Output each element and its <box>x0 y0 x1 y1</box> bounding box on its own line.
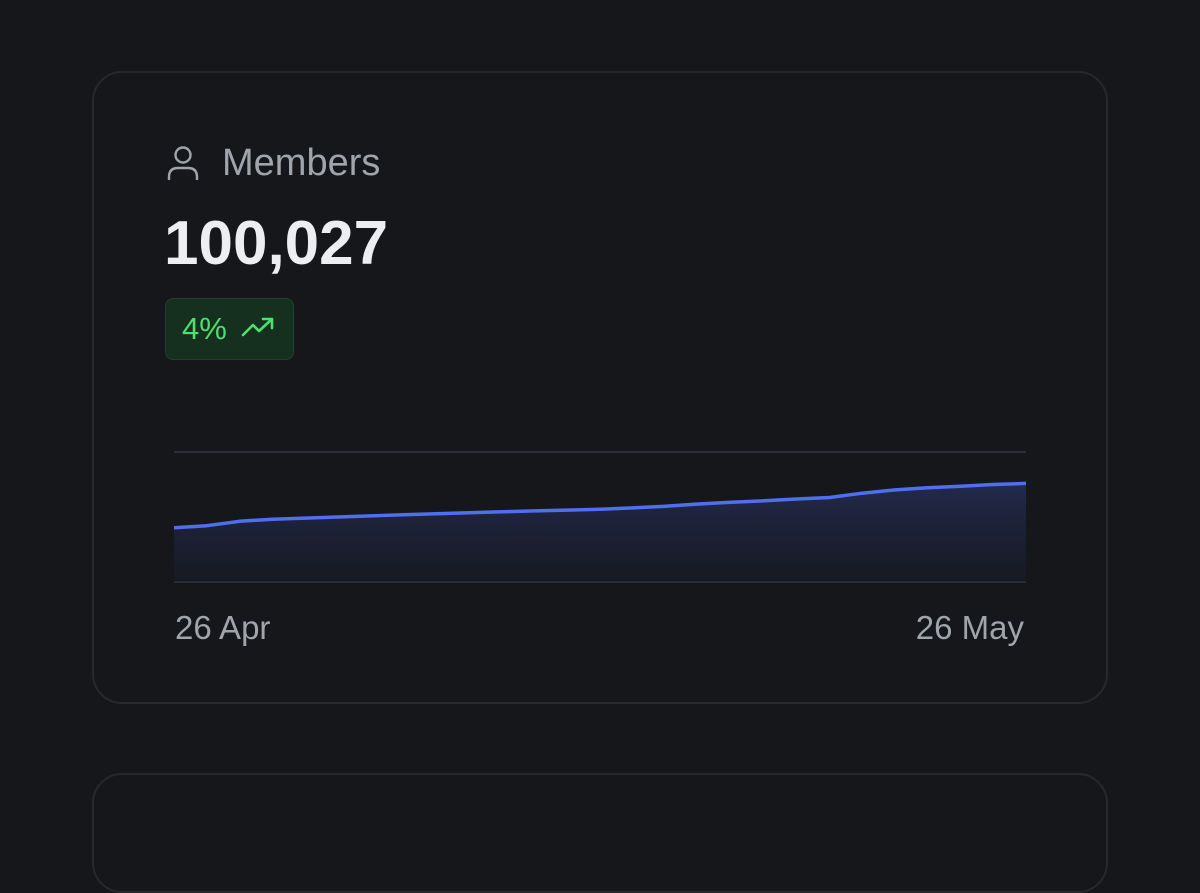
trending-up-icon <box>241 315 275 344</box>
x-axis-end-label: 26 May <box>915 609 1024 646</box>
change-percent: 4% <box>182 311 227 346</box>
members-trend-chart <box>174 451 1026 583</box>
chart-area-fill <box>174 483 1026 582</box>
x-axis-start-label: 26 Apr <box>175 609 271 646</box>
stat-value: 100,027 <box>164 209 389 278</box>
stat-title: Members <box>222 142 381 184</box>
next-card <box>92 773 1108 893</box>
members-stat-card: Members 100,027 4% 26 Apr 26 May <box>92 71 1108 704</box>
change-badge: 4% <box>165 298 294 360</box>
stat-header: Members <box>164 141 380 185</box>
user-icon <box>164 144 202 182</box>
